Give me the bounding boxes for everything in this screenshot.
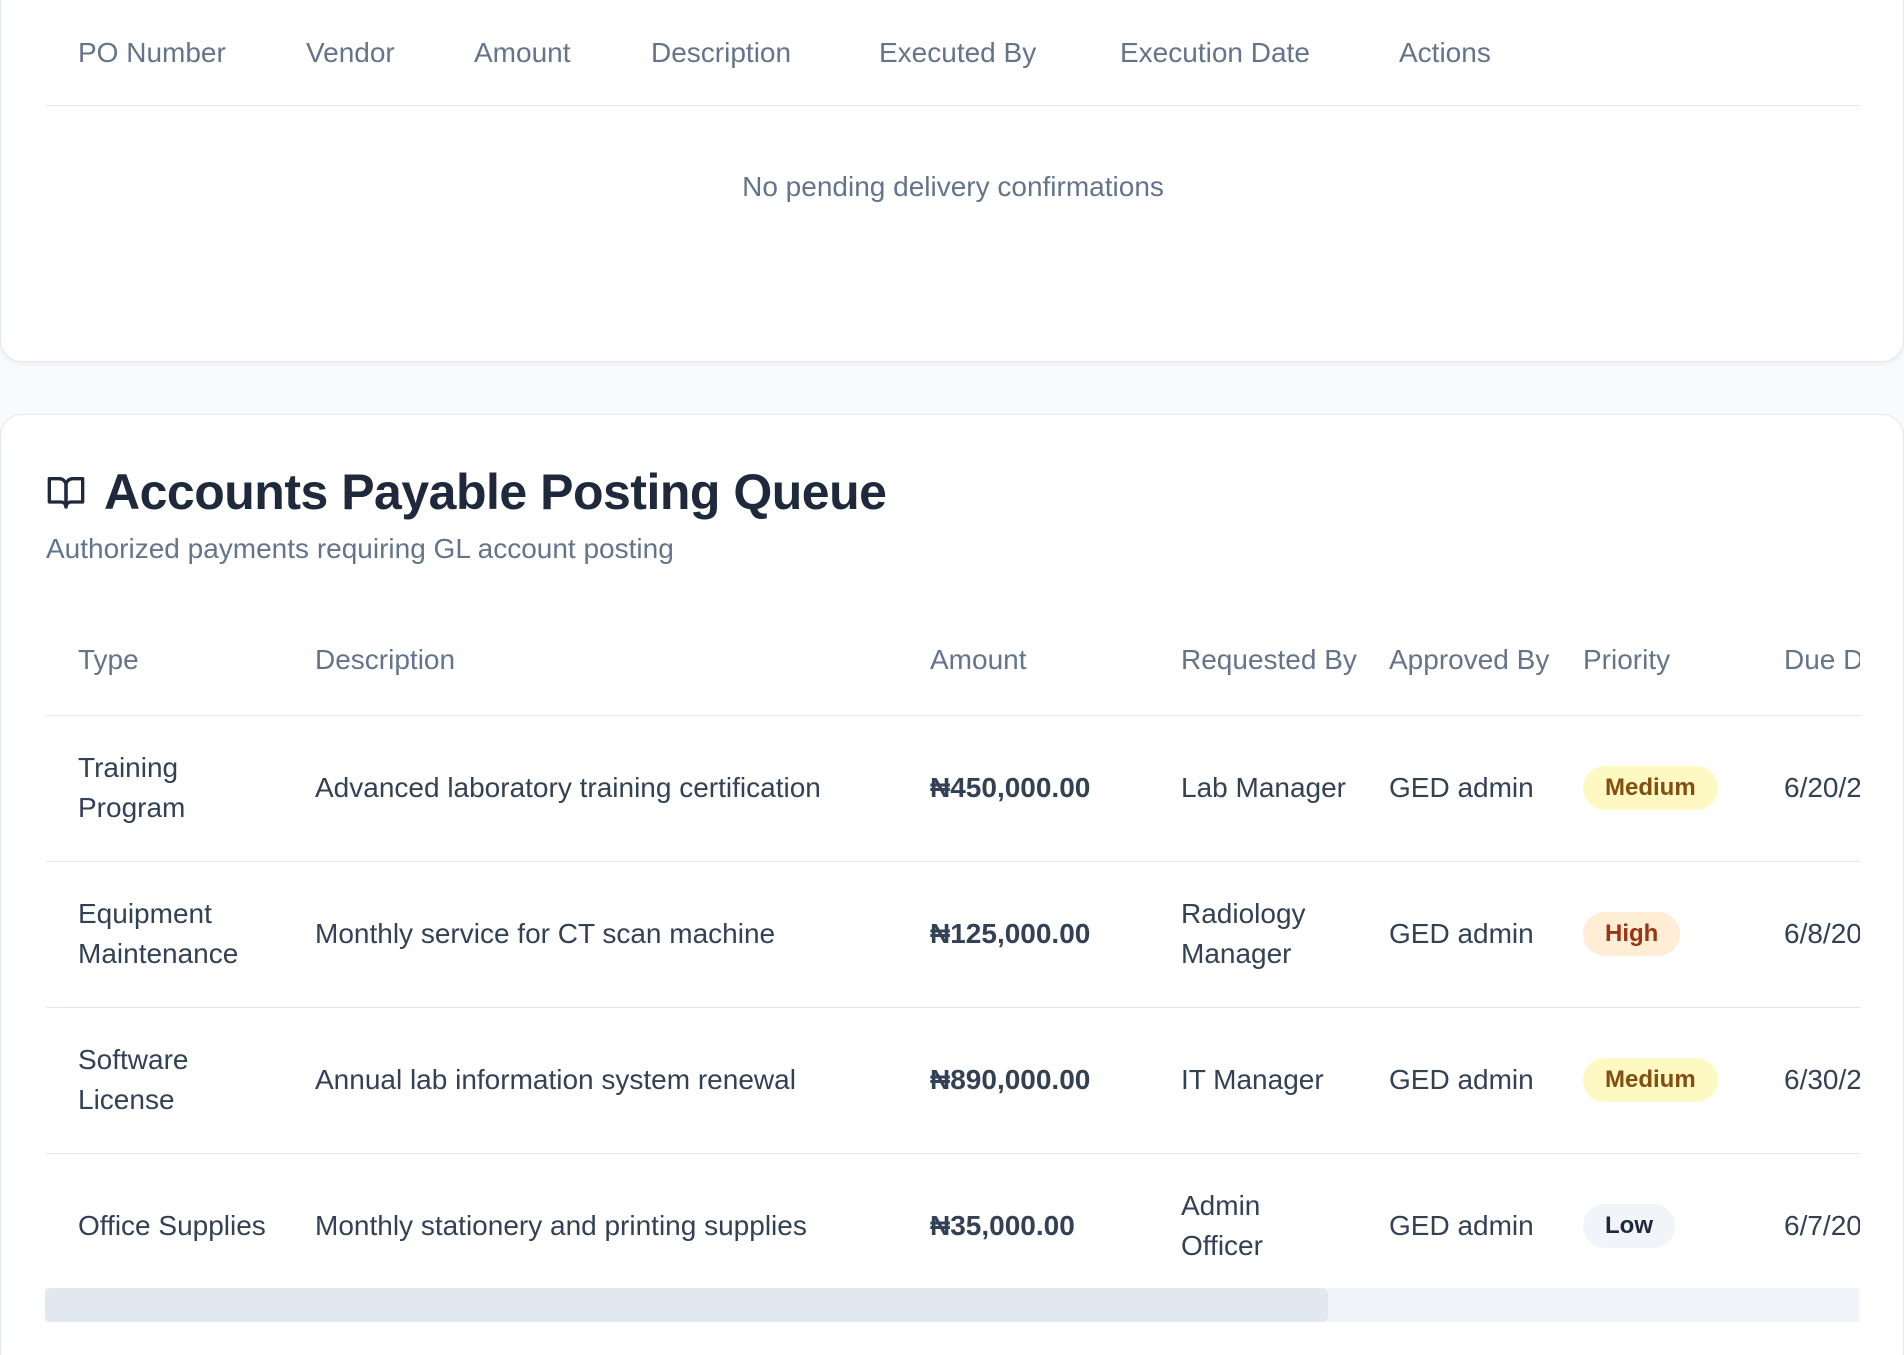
- col-type: Type: [46, 605, 283, 716]
- cell-type: Training Program: [46, 715, 283, 862]
- section-header: Accounts Payable Posting Queue Authorize…: [46, 463, 887, 565]
- col-amount: Amount: [474, 37, 571, 68]
- priority-badge: Low: [1583, 1204, 1675, 1249]
- cell-approved-by: GED admin: [1389, 1210, 1534, 1242]
- section-subtitle: Authorized payments requiring GL account…: [46, 533, 674, 564]
- cell-due-date: 6/30/2025: [1752, 1007, 1860, 1154]
- priority-badge: Medium: [1583, 766, 1718, 810]
- cell-requested-by: Lab Manager: [1149, 715, 1357, 862]
- cell-type: Equipment Maintenance: [46, 861, 283, 1008]
- cell-priority: Low: [1551, 1153, 1752, 1299]
- cell-description: Advanced laboratory training certificati…: [283, 715, 898, 862]
- col-po-number: PO Number: [78, 37, 226, 68]
- cell-amount: ₦35,000.00: [930, 1210, 1075, 1242]
- cell-type: Software License: [46, 1007, 283, 1154]
- cell-requested-by: IT Manager: [1149, 1007, 1357, 1154]
- priority-badge: High: [1583, 912, 1681, 956]
- cell-amount: ₦450,000.00: [898, 715, 1149, 862]
- book-open-icon: [46, 472, 86, 512]
- cell-priority: Medium: [1551, 715, 1752, 862]
- ap-queue-table: Type Description Amount Requested By App…: [46, 605, 1860, 1299]
- ap-posting-queue-card: Accounts Payable Posting Queue Authorize…: [0, 414, 1904, 1355]
- table-header-row: Type Description Amount Requested By App…: [46, 605, 1860, 716]
- col-due-date: Due Date: [1752, 605, 1860, 716]
- ap-queue-table-scroll[interactable]: Type Description Amount Requested By App…: [46, 605, 1860, 1345]
- col-approved-by: Approved By: [1357, 605, 1551, 716]
- cell-due-date: 6/7/2025: [1784, 1210, 1860, 1242]
- cell-requested-by: Radiology Manager: [1149, 861, 1357, 1008]
- col-actions: Actions: [1399, 37, 1491, 68]
- cell-due-date: 6/8/2025: [1752, 861, 1860, 1008]
- col-requested-by: Requested By: [1149, 605, 1357, 716]
- table-row[interactable]: Equipment Maintenance Monthly service fo…: [46, 861, 1860, 1008]
- cell-approved-by: GED admin: [1357, 861, 1551, 1008]
- col-execution-date: Execution Date: [1120, 37, 1310, 68]
- cell-priority: High: [1551, 861, 1752, 1008]
- pending-delivery-card: PO Number Vendor Amount Description Exec…: [0, 0, 1904, 362]
- cell-description: Monthly service for CT scan machine: [283, 861, 898, 1008]
- cell-approved-by: GED admin: [1357, 1007, 1551, 1154]
- cell-priority: Medium: [1551, 1007, 1752, 1154]
- col-executed-by: Executed By: [879, 37, 1037, 68]
- section-title: Accounts Payable Posting Queue: [104, 464, 887, 520]
- scrollbar-thumb[interactable]: [45, 1288, 1328, 1322]
- col-description: Description: [651, 37, 792, 68]
- cell-type: Office Supplies: [78, 1210, 266, 1242]
- col-amount: Amount: [898, 605, 1149, 716]
- cell-requested-by: Admin Officer: [1181, 1190, 1263, 1262]
- cell-description: Annual lab information system renewal: [283, 1007, 898, 1154]
- cell-approved-by: GED admin: [1357, 715, 1551, 862]
- col-description: Description: [283, 605, 898, 716]
- pending-delivery-table: PO Number Vendor Amount Description Exec…: [46, 1, 1860, 203]
- col-priority: Priority: [1551, 605, 1752, 716]
- cell-description: Monthly stationery and printing supplies: [315, 1210, 807, 1242]
- col-vendor: Vendor: [306, 37, 395, 68]
- horizontal-scrollbar[interactable]: [45, 1288, 1859, 1322]
- table-header-row: PO Number Vendor Amount Description Exec…: [46, 1, 1860, 106]
- empty-state-message: No pending delivery confirmations: [742, 171, 1164, 202]
- table-row[interactable]: Software License Annual lab information …: [46, 1007, 1860, 1154]
- cell-due-date: 6/20/2025: [1752, 715, 1860, 862]
- priority-badge: Medium: [1583, 1058, 1718, 1102]
- table-row[interactable]: Office Supplies Monthly stationery and p…: [46, 1153, 1860, 1299]
- table-row[interactable]: Training Program Advanced laboratory tra…: [46, 715, 1860, 862]
- cell-amount: ₦890,000.00: [898, 1007, 1149, 1154]
- cell-amount: ₦125,000.00: [898, 861, 1149, 1008]
